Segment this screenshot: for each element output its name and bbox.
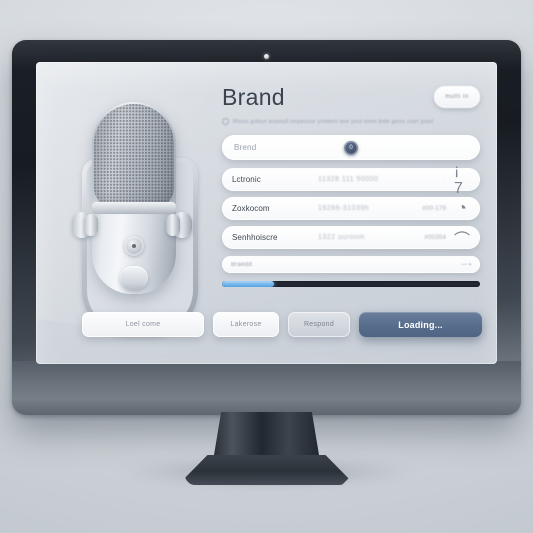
action-button-row: Loel come Lakerose Respond Loading...	[82, 312, 482, 337]
lakerose-button[interactable]: Lakerose	[213, 312, 279, 337]
list-item-value: #00-179	[422, 205, 446, 212]
page-subtitle: Rtuns gotiun aramult lorpecnor yriebert …	[222, 118, 480, 125]
monitor-frame: Brand multi in Rtuns gotiun aramult lorp…	[12, 40, 521, 415]
result-list: Lctronic 11328 111 50000 · ¡ 7 Zoxkocom …	[222, 162, 480, 249]
subtitle-bullet-icon	[222, 118, 229, 125]
list-number-icon[interactable]: ¡ 7	[454, 162, 470, 198]
subtitle-text: Rtuns gotiun aramult lorpecnor yriebert …	[233, 118, 434, 125]
list-item-value: ·	[443, 176, 446, 183]
loel-come-button[interactable]: Loel come	[82, 312, 204, 337]
list-item-value: #00354	[424, 234, 446, 241]
loading-button[interactable]: Loading...	[359, 312, 482, 337]
content-panel: Brand multi in Rtuns gotiun aramult lorp…	[222, 86, 480, 287]
secondary-field-label: Braedd	[231, 261, 253, 268]
info-badge-icon[interactable]: 0	[344, 140, 358, 155]
list-item[interactable]: Lctronic 11328 111 50000 · ¡ 7	[222, 162, 480, 197]
curved-check-icon[interactable]: ⌒	[454, 226, 470, 250]
list-item[interactable]: Senhhoiscre 1322 uuronm #00354 ⌒	[222, 226, 480, 249]
progress-bar	[222, 281, 480, 287]
microphone-collar	[92, 202, 176, 214]
scene: Brand multi in Rtuns gotiun aramult lorp…	[0, 0, 533, 533]
panel-header: Brand multi in	[222, 86, 480, 109]
list-item-label: Lctronic	[232, 175, 261, 184]
secondary-field[interactable]: Braedd — ▪	[222, 256, 480, 273]
page-title: Brand	[222, 84, 285, 110]
list-item-detail: 1322 uuronm	[318, 234, 365, 241]
respond-button[interactable]: Respond	[288, 312, 350, 337]
list-item-detail: 11328 111 50000	[318, 176, 379, 183]
search-input[interactable]: Brend 0	[222, 135, 480, 160]
microphone-knob-right-inner	[166, 214, 180, 236]
search-placeholder: Brend	[234, 143, 257, 152]
microphone-knob-left-inner	[84, 214, 98, 236]
list-item-detail: 19286-31039h	[318, 205, 370, 212]
list-item-label: Senhhoiscre	[232, 233, 278, 242]
toggle-small-icon[interactable]: — ▪	[461, 262, 471, 268]
monitor-stand-base	[184, 455, 349, 485]
microphone-grille-icon	[94, 104, 174, 208]
list-item[interactable]: Zoxkocom 19286-31039h #00-179 ◔	[222, 197, 480, 220]
microphone-mute-button	[120, 266, 148, 290]
progress-bar-fill	[222, 281, 274, 287]
list-item-label: Zoxkocom	[232, 204, 270, 213]
webcam-icon	[264, 54, 269, 59]
header-action-button[interactable]: multi in	[434, 86, 480, 108]
microphone-illustration	[62, 84, 202, 334]
screen: Brand multi in Rtuns gotiun aramult lorp…	[36, 62, 497, 364]
pie-gauge-icon[interactable]: ◔	[454, 200, 470, 218]
microphone-dial	[124, 236, 144, 256]
monitor-chin	[12, 361, 521, 415]
